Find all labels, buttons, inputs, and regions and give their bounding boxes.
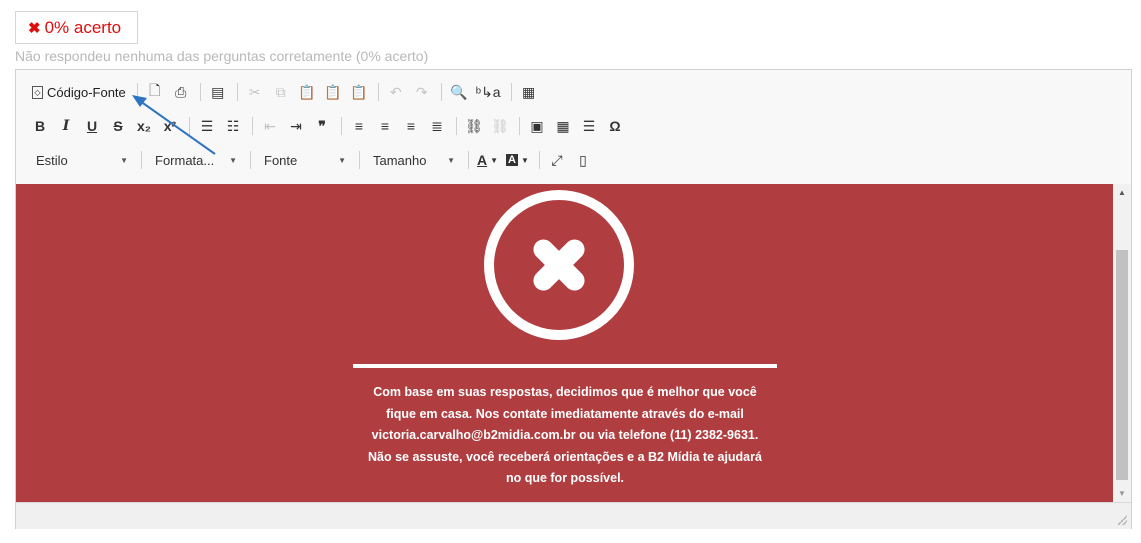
- align-center-icon[interactable]: ≡: [373, 114, 397, 138]
- toolbar-separator: [341, 117, 342, 135]
- toolbar-separator: [377, 83, 379, 101]
- toolbar-separator: [199, 83, 201, 101]
- text-color-icon: A: [477, 152, 488, 168]
- cut-icon[interactable]: ✂: [243, 80, 267, 104]
- style-dropdown[interactable]: Estilo ▼: [28, 148, 136, 172]
- scroll-down-icon[interactable]: ▼: [1118, 489, 1126, 498]
- find-icon[interactable]: 🔍: [447, 80, 471, 104]
- paste-icon[interactable]: 📋: [295, 80, 319, 104]
- format-dropdown-label: Formata...: [155, 152, 215, 168]
- toolbar-separator: [252, 117, 253, 135]
- bulleted-list-icon[interactable]: ☷: [221, 114, 245, 138]
- message-line: Com base em suas respostas, decidimos qu…: [373, 385, 757, 399]
- paste-text-icon[interactable]: 📋: [321, 80, 345, 104]
- chevron-down-icon: ▼: [447, 155, 455, 165]
- table-icon[interactable]: ▦: [551, 114, 575, 138]
- result-subtitle: Não respondeu nenhuma das perguntas corr…: [15, 48, 429, 64]
- toolbar-separator: [440, 83, 442, 101]
- divider: [353, 364, 777, 368]
- templates-icon[interactable]: ▤: [206, 80, 230, 104]
- chevron-down-icon: ▼: [521, 155, 529, 165]
- error-circle-icon: [484, 190, 634, 340]
- toolbar-separator: [141, 151, 142, 169]
- toolbar-separator: [519, 117, 520, 135]
- preview-icon[interactable]: 🗋: [143, 80, 167, 104]
- x-icon: ✖: [28, 19, 41, 37]
- superscript-button[interactable]: x²: [158, 114, 182, 138]
- toolbar-separator: [250, 151, 251, 169]
- print-icon[interactable]: ⎙: [169, 80, 193, 104]
- toolbar-separator: [456, 117, 457, 135]
- size-dropdown[interactable]: Tamanho ▼: [365, 148, 463, 172]
- chevron-down-icon: ▼: [120, 155, 128, 165]
- message-line: victoria.carvalho@b2midia.com.br ou via …: [371, 428, 759, 442]
- toolbar-separator: [236, 83, 238, 101]
- underline-button[interactable]: U: [80, 114, 104, 138]
- resize-handle-icon[interactable]: [1117, 515, 1127, 525]
- source-code-button[interactable]: ◇ Código-Fonte: [28, 80, 130, 104]
- bold-button[interactable]: B: [28, 114, 52, 138]
- text-color-button[interactable]: A ▼: [474, 148, 501, 172]
- horizontal-rule-icon[interactable]: ☰: [577, 114, 601, 138]
- toolbar-row-2: B I U S x₂ x² ☰ ☷ ⇤ ⇥ ❞ ≡ ≡ ≡ ≣ ⛓ ⛓ ▣ ▦ …: [28, 113, 629, 139]
- source-code-icon: ◇: [32, 85, 43, 99]
- unlink-icon[interactable]: ⛓: [488, 114, 512, 138]
- spellcheck-icon[interactable]: ▦: [517, 80, 541, 104]
- background-color-icon: A: [506, 154, 518, 166]
- font-dropdown-label: Fonte: [264, 152, 298, 168]
- indent-icon[interactable]: ⇥: [284, 114, 308, 138]
- align-justify-icon[interactable]: ≣: [425, 114, 449, 138]
- editor-statusbar: [16, 502, 1131, 529]
- result-badge: ✖ 0% acerto: [15, 11, 138, 44]
- toolbar-separator: [189, 117, 190, 135]
- special-char-button[interactable]: Ω: [603, 114, 627, 138]
- paste-word-icon[interactable]: 📋: [347, 80, 371, 104]
- toolbar-separator: [510, 83, 512, 101]
- scrollbar-thumb[interactable]: [1116, 250, 1128, 480]
- style-dropdown-label: Estilo: [36, 152, 68, 168]
- outdent-icon[interactable]: ⇤: [258, 114, 282, 138]
- result-badge-label: 0% acerto: [44, 17, 122, 37]
- align-right-icon[interactable]: ≡: [399, 114, 423, 138]
- italic-button[interactable]: I: [54, 114, 78, 138]
- chevron-down-icon: ▼: [229, 155, 237, 165]
- editor-content[interactable]: Com base em suas respostas, decidimos qu…: [16, 184, 1113, 502]
- undo-icon[interactable]: ↶: [384, 80, 408, 104]
- image-icon[interactable]: ▣: [525, 114, 549, 138]
- redo-icon[interactable]: ↷: [410, 80, 434, 104]
- background-color-button[interactable]: A ▼: [503, 148, 532, 172]
- vertical-scrollbar[interactable]: ▲ ▼: [1113, 184, 1131, 502]
- toolbar-separator: [538, 151, 540, 169]
- toolbar-row-1: ◇ Código-Fonte 🗋 ⎙ ▤ ✂ ⧉ 📋 📋 📋 ↶ ↷ 🔍 ᵇ↳a…: [28, 79, 543, 105]
- toolbar-row-3: Estilo ▼ Formata... ▼ Fonte ▼ Tamanho ▼ …: [28, 147, 597, 173]
- replace-icon[interactable]: ᵇ↳a: [473, 80, 504, 104]
- message-line: fique em casa. Nos contate imediatamente…: [386, 406, 744, 421]
- align-left-icon[interactable]: ≡: [347, 114, 371, 138]
- maximize-icon[interactable]: ⤢: [545, 148, 569, 172]
- show-blocks-icon[interactable]: ▯: [571, 148, 595, 172]
- numbered-list-icon[interactable]: ☰: [195, 114, 219, 138]
- font-dropdown[interactable]: Fonte ▼: [256, 148, 354, 172]
- rich-text-editor: ◇ Código-Fonte 🗋 ⎙ ▤ ✂ ⧉ 📋 📋 📋 ↶ ↷ 🔍 ᵇ↳a…: [15, 69, 1132, 529]
- result-message: Com base em suas respostas, decidimos qu…: [346, 382, 784, 490]
- message-line: Não se assuste, você receberá orientaçõe…: [368, 449, 762, 464]
- chevron-down-icon: ▼: [490, 155, 499, 165]
- size-dropdown-label: Tamanho: [373, 152, 427, 168]
- format-dropdown[interactable]: Formata... ▼: [147, 148, 245, 172]
- message-line: no que for possível.: [505, 471, 625, 485]
- source-code-label: Código-Fonte: [47, 84, 126, 100]
- link-icon[interactable]: ⛓: [462, 114, 486, 138]
- editor-toolbar: ◇ Código-Fonte 🗋 ⎙ ▤ ✂ ⧉ 📋 📋 📋 ↶ ↷ 🔍 ᵇ↳a…: [16, 70, 1131, 184]
- blockquote-button[interactable]: ❞: [310, 114, 334, 138]
- toolbar-separator: [359, 151, 360, 169]
- toolbar-separator: [136, 83, 138, 101]
- subscript-button[interactable]: x₂: [132, 114, 156, 138]
- chevron-down-icon: ▼: [338, 155, 346, 165]
- scroll-up-icon[interactable]: ▲: [1118, 188, 1126, 197]
- strikethrough-button[interactable]: S: [106, 114, 130, 138]
- copy-icon[interactable]: ⧉: [269, 80, 293, 104]
- toolbar-separator: [468, 151, 469, 169]
